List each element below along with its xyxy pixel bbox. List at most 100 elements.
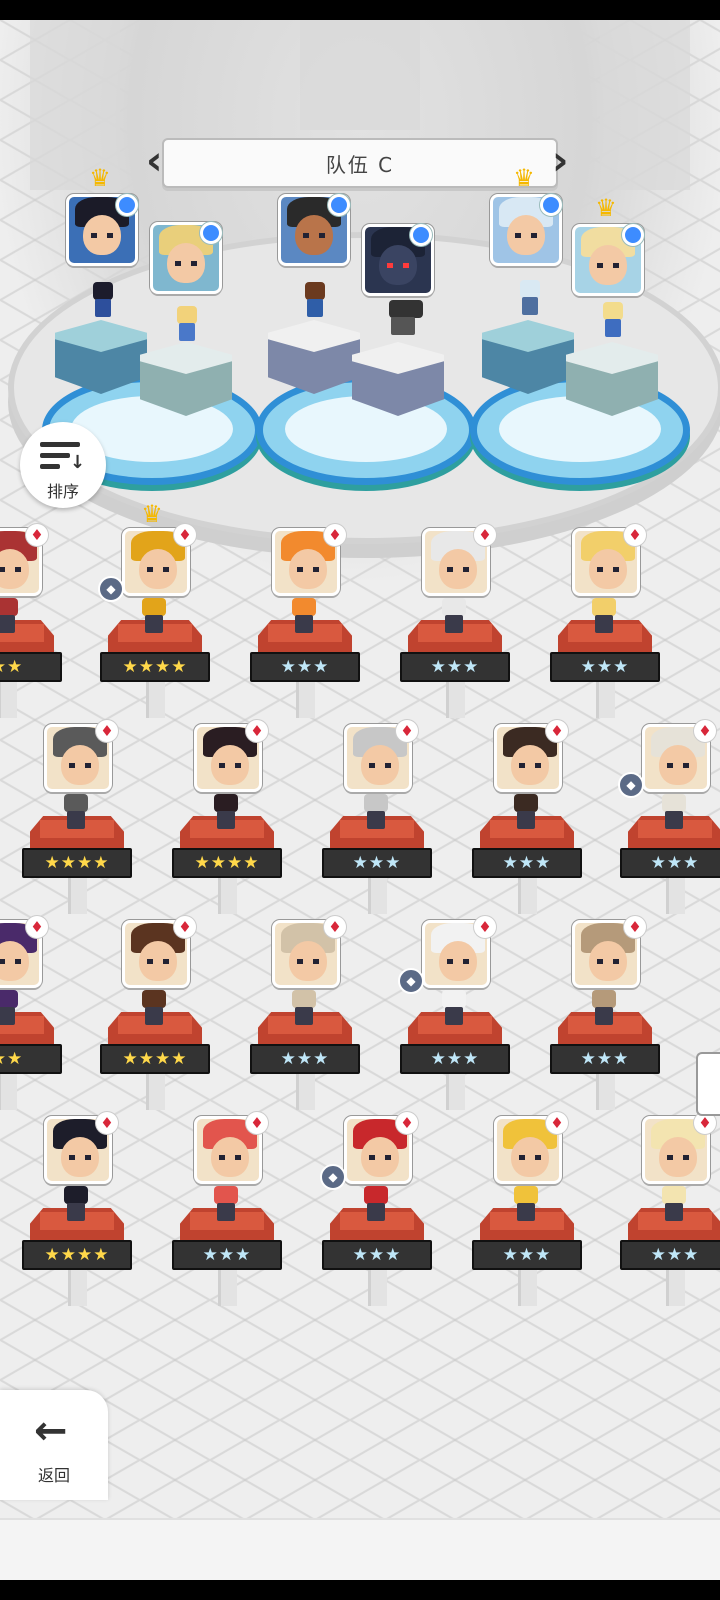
back-button[interactable]: ← 返回 [0, 1390, 108, 1500]
diamond-suit-icon: ♦ [474, 916, 496, 938]
selected-dot-icon [410, 224, 432, 246]
arena-pillar [600, 20, 690, 190]
hero-slot[interactable]: ★★★★ ♦ ◆ ♛ [98, 502, 210, 718]
team-pedestal [268, 320, 360, 398]
gem-badge-icon: ◆ [320, 1164, 346, 1190]
arrow-left-icon: ← [34, 1408, 68, 1454]
team-member-sprite[interactable] [515, 280, 545, 320]
diamond-suit-icon: ♦ [174, 916, 196, 938]
hero-sprite [587, 598, 621, 636]
star-rating: ★★★ [550, 1044, 660, 1074]
gem-badge-icon: ◆ [398, 968, 424, 994]
star-rating: ★★★★ [172, 848, 282, 878]
star-rating: ★★★ [322, 1240, 432, 1270]
gem-badge-icon: ◆ [618, 772, 644, 798]
selected-dot-icon [540, 194, 562, 216]
selected-dot-icon [200, 222, 222, 244]
diamond-suit-icon: ♦ [694, 720, 716, 742]
hero-slot[interactable]: ★★★★ ♦ [172, 720, 282, 914]
star-rating: ★★★★ [22, 848, 132, 878]
hero-sprite [59, 794, 93, 832]
diamond-suit-icon: ♦ [26, 916, 48, 938]
hero-slot[interactable]: ★★★ ♦ [172, 1112, 282, 1306]
hero-sprite [509, 794, 543, 832]
diamond-suit-icon: ♦ [324, 916, 346, 938]
star-rating: ★★★ [250, 652, 360, 682]
chevron-right-icon[interactable]: › [552, 140, 574, 186]
star-rating: ★★★★ [22, 1240, 132, 1270]
gem-badge-icon: ◆ [98, 576, 124, 602]
diamond-suit-icon: ♦ [396, 1112, 418, 1134]
crown-icon: ♛ [89, 164, 111, 192]
diamond-suit-icon: ♦ [96, 1112, 118, 1134]
diamond-suit-icon: ♦ [324, 524, 346, 546]
hero-slot[interactable]: ★★★★ ♦ [100, 916, 210, 1110]
diamond-suit-icon: ♦ [246, 720, 268, 742]
diamond-suit-icon: ♦ [546, 1112, 568, 1134]
team-member-sprite[interactable] [384, 300, 428, 340]
hero-sprite [137, 990, 171, 1028]
diamond-suit-icon: ♦ [624, 524, 646, 546]
team-member-sprite[interactable] [88, 282, 118, 322]
star-rating: ★★★★ [100, 652, 210, 682]
diamond-suit-icon: ♦ [246, 1112, 268, 1134]
team-member-sprite[interactable] [172, 306, 202, 346]
hero-slot[interactable]: ★★★ ♦ ◆ [398, 916, 510, 1110]
sort-button[interactable]: ↓ 排序 [20, 422, 106, 508]
hero-slot[interactable]: ★★ ♦ [0, 916, 62, 1110]
hero-slot[interactable]: ★★★★ ♦ [22, 720, 132, 914]
hero-sprite [209, 1186, 243, 1224]
hero-slot[interactable]: ★★★ ♦ [472, 720, 582, 914]
hero-slot[interactable]: ★★★ ♦ [620, 1112, 720, 1306]
team-member-sprite[interactable] [300, 282, 330, 322]
star-rating: ★★★ [620, 848, 720, 878]
game-stage: ‹ 队伍 C › ♛ ♛ ♛ ↓ 排序 ★★♦★★★★♦◆♛★★★♦★★★♦ [0, 20, 720, 1580]
diamond-suit-icon: ♦ [96, 720, 118, 742]
side-edge-tab[interactable] [696, 1052, 720, 1116]
hero-slot[interactable]: ★★★ ♦ [322, 720, 432, 914]
hero-sprite [0, 598, 23, 636]
hero-sprite [587, 990, 621, 1028]
diamond-suit-icon: ♦ [26, 524, 48, 546]
hero-sprite [359, 794, 393, 832]
team-pedestal [352, 342, 444, 420]
diamond-suit-icon: ♦ [546, 720, 568, 742]
navigation-bar [0, 1580, 720, 1600]
diamond-suit-icon: ♦ [174, 524, 196, 546]
hero-sprite [359, 1186, 393, 1224]
star-rating: ★★ [0, 1044, 62, 1074]
team-pedestal [566, 342, 658, 420]
star-rating: ★★★ [172, 1240, 282, 1270]
hero-sprite [0, 990, 23, 1028]
selected-dot-icon [116, 194, 138, 216]
hero-slot[interactable]: ★★★ ♦ [250, 524, 360, 718]
hero-slot[interactable]: ★★★ ♦ [400, 524, 510, 718]
team-member-sprite[interactable] [598, 302, 628, 342]
star-rating: ★★★ [400, 1044, 510, 1074]
diamond-suit-icon: ♦ [474, 524, 496, 546]
hero-slot[interactable]: ★★★ ♦ [550, 524, 660, 718]
diamond-suit-icon: ♦ [624, 916, 646, 938]
hero-slot[interactable]: ★★★ ♦ ◆ [618, 720, 720, 914]
hero-sprite [137, 598, 171, 636]
hero-slot[interactable]: ★★★★ ♦ [22, 1112, 132, 1306]
hero-sprite [209, 794, 243, 832]
star-rating: ★★★ [322, 848, 432, 878]
selected-dot-icon [328, 194, 350, 216]
hero-slot[interactable]: ★★★ ♦ [250, 916, 360, 1110]
star-rating: ★★ [0, 652, 62, 682]
hero-slot[interactable]: ★★★ ♦ [472, 1112, 582, 1306]
crown-icon: ♛ [513, 164, 535, 192]
hero-sprite [437, 598, 471, 636]
selected-dot-icon [622, 224, 644, 246]
star-rating: ★★★ [550, 652, 660, 682]
hero-sprite [287, 990, 321, 1028]
chevron-left-icon[interactable]: ‹ [146, 140, 168, 186]
hero-slot[interactable]: ★★★ ♦ [550, 916, 660, 1110]
hero-slot[interactable]: ★★★ ♦ ◆ [320, 1112, 432, 1306]
star-rating: ★★★★ [100, 1044, 210, 1074]
star-rating: ★★★ [400, 652, 510, 682]
hero-sprite [657, 1186, 691, 1224]
hero-slot[interactable]: ★★ ♦ [0, 524, 62, 718]
star-rating: ★★★ [472, 848, 582, 878]
